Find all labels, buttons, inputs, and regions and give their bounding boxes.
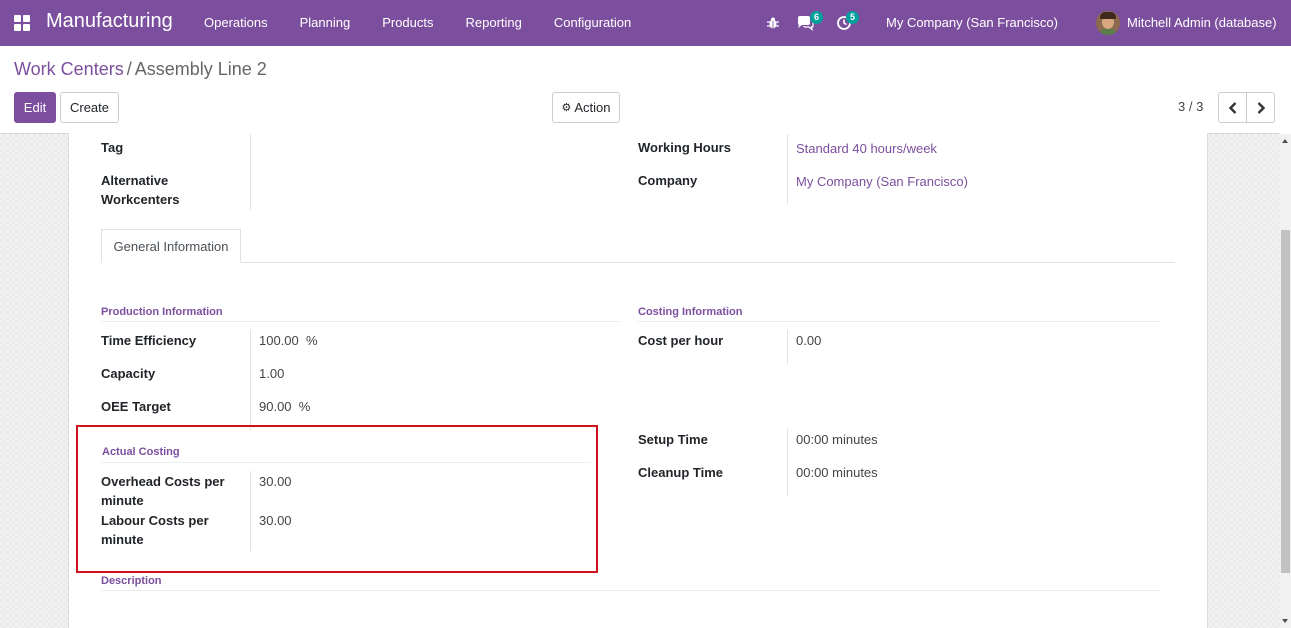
working-hours-label: Working Hours [638,140,731,155]
oee-target-number: 90.00 [259,399,292,414]
production-section-line [101,321,621,322]
pager-previous-button[interactable] [1218,92,1247,123]
cleanup-time-value: 00:00 minutes [796,465,878,480]
costing-section-line [638,321,1160,322]
oee-target-unit: % [298,399,311,414]
costing-information-title: Costing Information [638,306,743,318]
production-field-divider [250,330,251,430]
time-efficiency-number: 100.00 [259,333,299,348]
pager-value[interactable]: 3 / 3 [1178,99,1203,114]
time-efficiency-label: Time Efficiency [101,333,197,348]
debug-bug-icon[interactable] [766,0,780,46]
time-efficiency-unit: % [306,333,318,348]
tab-general-information[interactable]: General Information [101,229,241,263]
company-label: Company [638,173,698,188]
company-switcher[interactable]: My Company (San Francisco) [886,0,1058,46]
setup-time-label: Setup Time [638,432,708,447]
costing-field-divider [787,330,788,364]
capacity-value: 1.00 [259,366,285,381]
breadcrumb: Work Centers / Assembly Line 2 [14,59,267,80]
create-button[interactable]: Create [60,92,119,123]
alternative-workcenters-label: Alternative Workcenters [101,173,180,207]
menu-operations[interactable]: Operations [188,0,284,46]
setup-time-value: 00:00 minutes [796,432,878,447]
left-field-divider [250,134,251,210]
menu-planning[interactable]: Planning [284,0,367,46]
top-navbar: Manufacturing Operations Planning Produc… [0,0,1291,46]
user-menu[interactable]: Mitchell Admin (database) [1127,0,1277,46]
user-avatar[interactable] [1096,11,1120,35]
production-information-title: Production Information [101,306,223,318]
breadcrumb-work-centers[interactable]: Work Centers [14,59,124,79]
cost-per-hour-label: Cost per hour [638,333,724,348]
scrollbar-thumb[interactable] [1281,230,1290,573]
chevron-right-icon [1257,101,1265,114]
description-title: Description [101,575,162,587]
apps-menu-icon[interactable] [14,15,30,31]
breadcrumb-separator: / [126,59,132,79]
working-hours-value[interactable]: Standard 40 hours/week [796,139,937,158]
time-efficiency-value: 100.00 % [259,331,318,350]
tag-label: Tag [101,140,124,155]
highlight-annotation-box [76,425,598,573]
chevron-left-icon [1228,101,1236,114]
messages-icon[interactable] [796,0,814,46]
activities-badge: 5 [846,11,859,24]
breadcrumb-current: Assembly Line 2 [134,59,267,79]
action-button[interactable]: ⚙ Action [552,92,620,123]
capacity-label: Capacity [101,366,156,381]
menu-products[interactable]: Products [366,0,449,46]
scroll-down-arrow-icon[interactable] [1282,619,1288,623]
oee-target-value: 90.00 % [259,397,310,416]
right-field-divider [787,134,788,204]
description-section-line [101,590,1160,591]
cleanup-time-label: Cleanup Time [638,465,724,480]
main-menu: Operations Planning Products Reporting C… [188,0,647,46]
edit-button[interactable]: Edit [14,92,56,123]
time-field-divider [787,429,788,496]
vertical-scrollbar[interactable] [1280,134,1291,628]
scroll-up-arrow-icon[interactable] [1282,139,1288,143]
action-label: Action [574,100,611,115]
tab-bar [101,262,1175,263]
oee-target-label: OEE Target [101,399,171,414]
gear-icon: ⚙ [561,102,572,114]
pager-next-button[interactable] [1246,92,1275,123]
messages-badge: 6 [810,11,823,24]
cost-per-hour-value: 0.00 [796,333,822,348]
menu-reporting[interactable]: Reporting [450,0,538,46]
app-brand[interactable]: Manufacturing [46,10,173,33]
menu-configuration[interactable]: Configuration [538,0,647,46]
company-value[interactable]: My Company (San Francisco) [796,172,968,191]
